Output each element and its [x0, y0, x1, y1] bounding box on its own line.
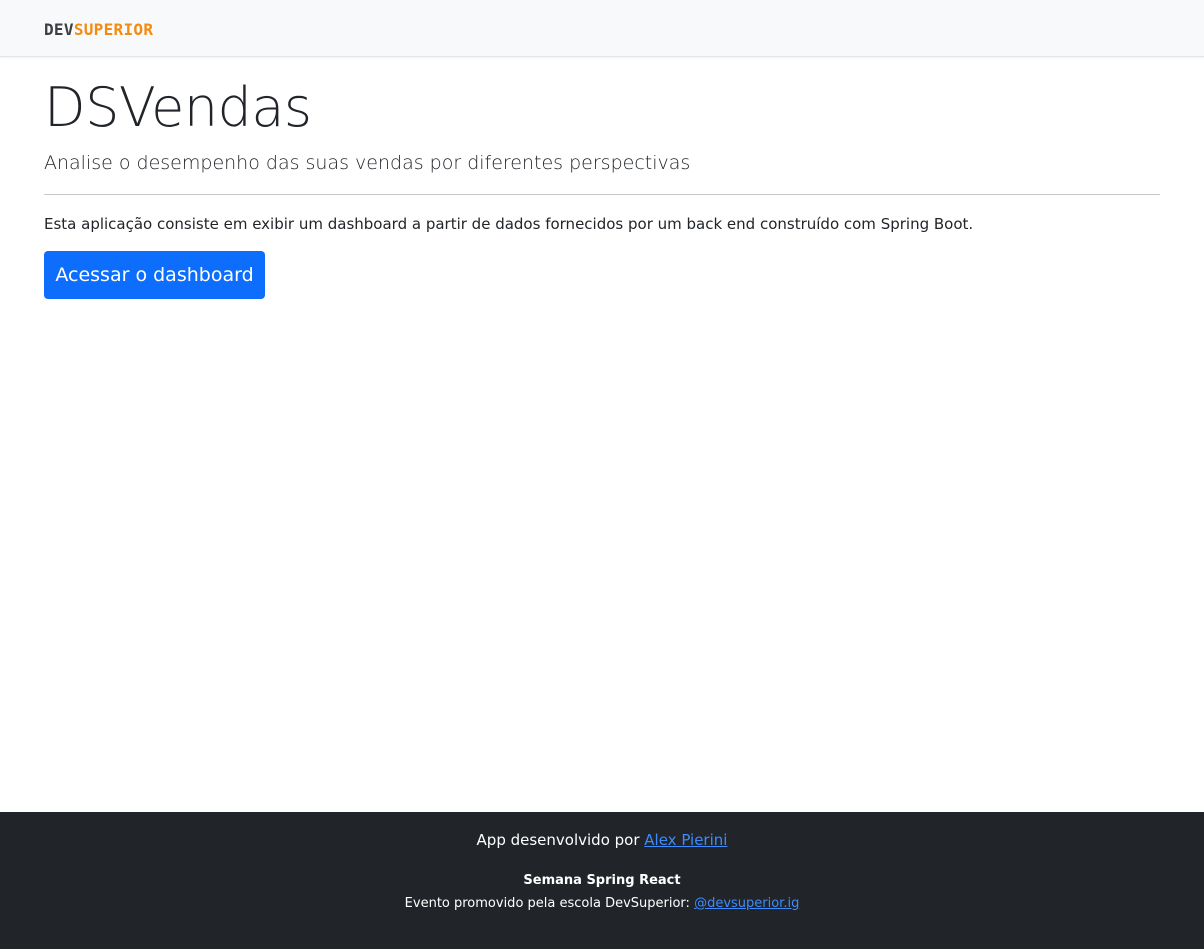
footer: App desenvolvido por Alex Pierini Semana…	[0, 812, 1204, 949]
footer-event-title: Semana Spring React	[523, 873, 681, 888]
navbar: DEV SUPERIOR	[0, 0, 1204, 57]
page-subtitle: Analise o desempenho das suas vendas por…	[44, 152, 691, 174]
footer-credit-text: App desenvolvido por	[476, 831, 645, 849]
devsuperior-logo[interactable]: DEV SUPERIOR	[44, 19, 153, 41]
page-title: DSVendas	[44, 76, 312, 139]
logo-text-superior: SUPERIOR	[73, 20, 154, 39]
access-dashboard-button[interactable]: Acessar o dashboard	[44, 251, 265, 299]
divider	[44, 194, 1160, 195]
author-link[interactable]: Alex Pierini	[644, 831, 727, 849]
instagram-link[interactable]: @devsuperior.ig	[694, 896, 799, 911]
logo-text-dev: DEV	[44, 20, 74, 39]
page-description: Esta aplicação consiste em exibir um das…	[44, 215, 974, 233]
footer-event-info: Evento promovido pela escola DevSuperior…	[0, 895, 1204, 913]
footer-event-text: Evento promovido pela escola DevSuperior…	[404, 896, 695, 911]
footer-credit: App desenvolvido por Alex Pierini	[0, 830, 1204, 850]
